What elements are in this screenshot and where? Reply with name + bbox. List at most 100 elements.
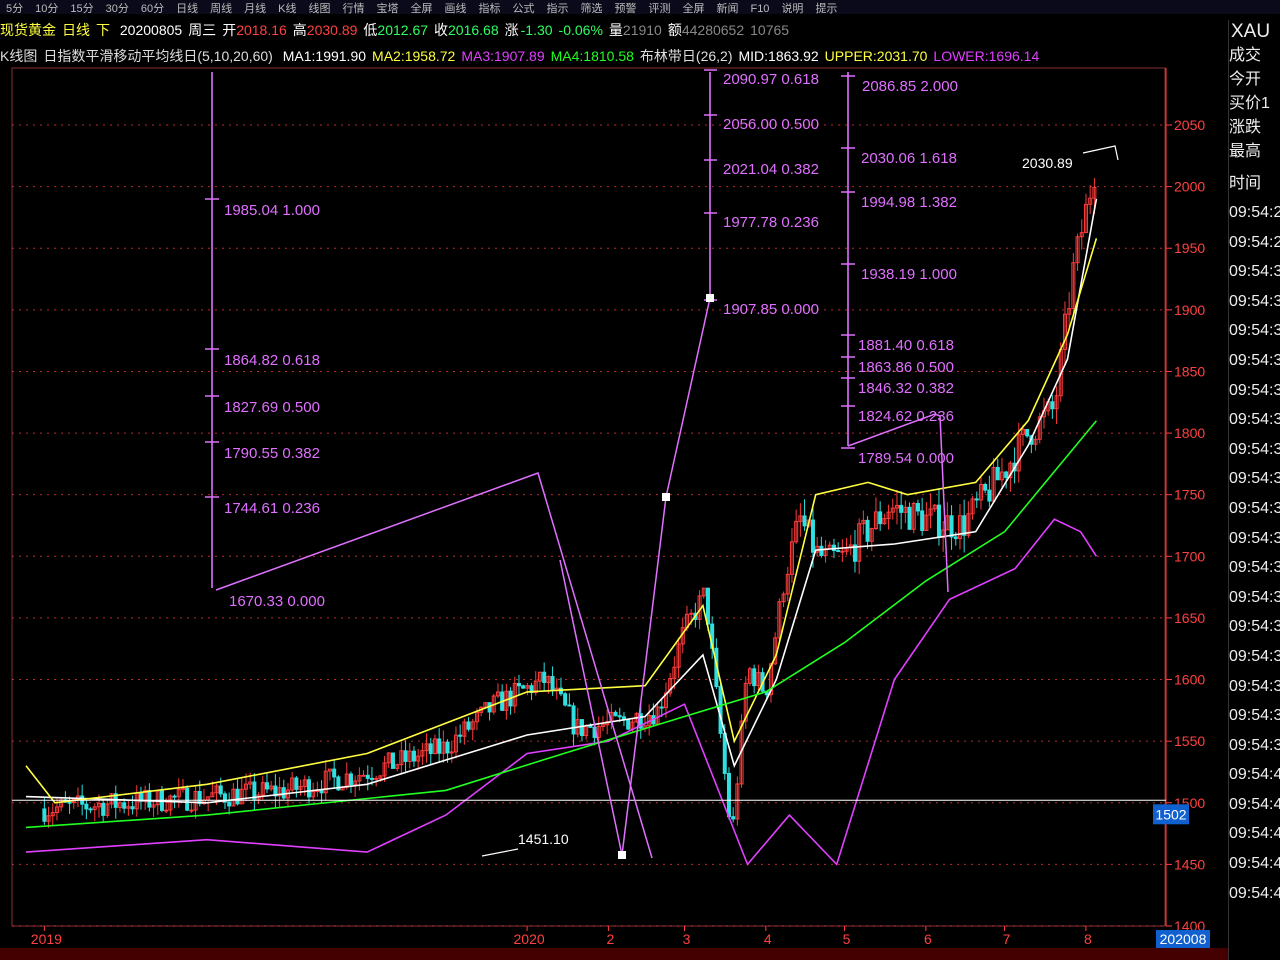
time-header: 时间: [1229, 175, 1262, 192]
high-annotation: 2030.89: [1022, 155, 1073, 171]
candle-body: [281, 787, 286, 799]
fib-handle: [706, 294, 714, 302]
fib-level-label: 1907.85 0.000: [723, 301, 819, 318]
candle-body: [571, 705, 576, 735]
y-tick-label: 1550: [1174, 733, 1205, 749]
candle-body: [306, 779, 311, 798]
bottom-status-bar: [0, 948, 1228, 960]
candle-body: [369, 777, 374, 780]
candle-body: [705, 587, 710, 625]
tick-time: 09:54:3: [1229, 351, 1280, 369]
candle-body: [185, 787, 190, 811]
low-annotation-line: [481, 848, 519, 857]
fib-swing-line-right: [847, 413, 949, 593]
candle-body: [332, 768, 337, 778]
candle-body: [235, 788, 240, 805]
tick-time: 09:54:37: [1229, 588, 1280, 606]
candle-body: [936, 504, 941, 538]
candle-body: [558, 687, 563, 695]
tick-time: 09:54:40: [1229, 766, 1280, 784]
corner-date: 202008: [1160, 931, 1207, 947]
fib-level-label: 1827.69 0.500: [224, 399, 320, 416]
ma-line-ma1: [25, 198, 1098, 804]
price-chart[interactable]: 1400145015001550160016501700175018001850…: [0, 0, 1228, 948]
fib-level-label: 1938.19 1.000: [861, 266, 957, 283]
candle-body: [466, 721, 471, 730]
candle-body: [907, 506, 912, 530]
fib-level-label: 1744.61 0.236: [224, 500, 320, 517]
tick-time: 09:54:3: [1229, 263, 1280, 281]
y-tick-label: 2050: [1174, 117, 1205, 133]
candle-body: [516, 682, 521, 687]
tick-time: 09:54:41: [1229, 855, 1280, 873]
y-tick-label: 1650: [1174, 610, 1205, 626]
fib-level-label: 2090.97 0.618: [723, 71, 819, 88]
fib-level-label: 1863.86 0.500: [858, 359, 954, 376]
candle-body: [613, 711, 618, 717]
candle-body: [218, 785, 223, 795]
x-tick-label: 2: [607, 931, 615, 947]
tick-time: 09:54:3: [1229, 292, 1280, 310]
tick-time: 09:54:3: [1229, 322, 1280, 340]
tick-time: 09:54:39: [1229, 707, 1280, 725]
side-label: 成交: [1229, 47, 1262, 64]
candle-body: [865, 519, 870, 542]
candle-body: [437, 738, 442, 754]
x-tick-label: 7: [1003, 931, 1011, 947]
x-tick-label: 2020: [514, 931, 545, 947]
candle-body: [84, 803, 89, 810]
candle-body: [361, 774, 366, 777]
candle-body: [521, 685, 526, 689]
y-tick-label: 1950: [1174, 240, 1205, 256]
tick-time: 09:54:36: [1229, 559, 1280, 577]
high-annotation-line: [1082, 145, 1119, 161]
candle-body: [172, 795, 177, 798]
tick-time: 09:54:3: [1229, 381, 1280, 399]
candle-body: [294, 777, 299, 790]
candle-body: [579, 719, 584, 737]
ma-line-ma2: [25, 238, 1098, 804]
low-annotation: 1451.10: [518, 831, 569, 847]
tick-time: 09:54:3: [1229, 499, 1280, 517]
candle-body: [995, 466, 1000, 481]
candle-body: [836, 550, 841, 553]
candle-body: [726, 772, 731, 818]
fib-level-label: 2030.06 1.618: [861, 150, 957, 167]
fib-level-label: 2086.85 2.000: [862, 78, 958, 95]
candle-body: [953, 536, 958, 540]
tick-time: 09:54:3: [1229, 470, 1280, 488]
candle-body: [164, 809, 169, 812]
tick-time-list[interactable]: 09:54:2 09:54:2 09:54:3 09:54:3 09:54:3 09:54…: [1229, 198, 1280, 908]
side-label: 最高: [1229, 143, 1262, 160]
candle-body: [428, 743, 433, 755]
tick-time: 09:54:38: [1229, 677, 1280, 695]
y-tick-label: 2000: [1174, 179, 1205, 195]
side-label: 买价1: [1229, 95, 1270, 112]
candle-body: [130, 806, 135, 810]
side-label: 涨跌: [1229, 119, 1262, 136]
candle-body: [962, 515, 967, 536]
candle-body: [1025, 428, 1030, 437]
candle-body: [987, 489, 992, 502]
candle-body: [974, 498, 979, 501]
candle-body: [810, 519, 815, 553]
y-tick-label: 1700: [1174, 548, 1205, 564]
tick-time: 09:54:35: [1229, 529, 1280, 547]
candle-body: [67, 801, 72, 804]
candle-body: [1050, 401, 1055, 410]
tick-time: 09:54:3: [1229, 411, 1280, 429]
fib-level-label: 1977.78 0.236: [723, 214, 819, 231]
fib-level-label: 1881.40 0.618: [858, 337, 954, 354]
y-tick-label: 1900: [1174, 302, 1205, 318]
x-tick-label: 6: [924, 931, 932, 947]
candle-body: [445, 741, 450, 754]
candle-body: [42, 808, 47, 822]
x-tick-label: 5: [843, 931, 851, 947]
candle-body: [403, 750, 408, 762]
ma-line-ma4: [25, 420, 1098, 829]
candle-body: [189, 809, 194, 812]
y-tick-label: 1600: [1174, 672, 1205, 688]
candle-body: [899, 504, 904, 513]
symbol-label: XAU: [1231, 21, 1271, 42]
x-tick-label: 3: [683, 931, 691, 947]
